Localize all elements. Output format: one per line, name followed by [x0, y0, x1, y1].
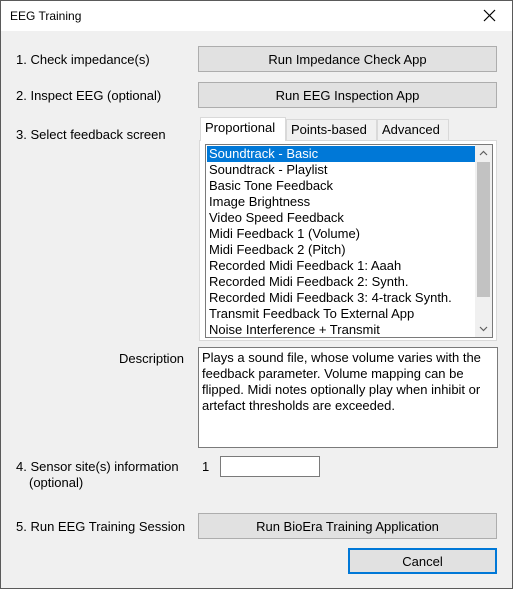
- step4-label: 4. Sensor site(s) information: [16, 459, 179, 474]
- list-item[interactable]: Basic Tone Feedback: [207, 178, 475, 194]
- chevron-down-icon: [479, 326, 488, 332]
- run-impedance-check-button[interactable]: Run Impedance Check App: [198, 46, 497, 72]
- close-icon: [483, 9, 496, 22]
- run-bioera-training-button[interactable]: Run BioEra Training Application: [198, 513, 497, 539]
- list-item[interactable]: Recorded Midi Feedback 3: 4-track Synth.: [207, 290, 475, 306]
- list-item[interactable]: Soundtrack - Basic: [207, 146, 475, 162]
- scroll-down-button[interactable]: [475, 320, 492, 337]
- description-label: Description: [119, 351, 185, 366]
- scroll-up-button[interactable]: [475, 145, 492, 162]
- window-title: EEG Training: [10, 9, 82, 23]
- eeg-training-dialog: EEG Training 1. Check impedance(s) Run I…: [0, 0, 513, 589]
- sensor-site-input[interactable]: [220, 456, 320, 477]
- step2-label: 2. Inspect EEG (optional): [16, 88, 162, 103]
- list-item[interactable]: Recorded Midi Feedback 1: Aaah: [207, 258, 475, 274]
- chevron-up-icon: [479, 150, 488, 156]
- list-scrollbar[interactable]: [475, 145, 492, 337]
- list-item[interactable]: Noise Interference + Transmit: [207, 322, 475, 337]
- run-eeg-inspection-button[interactable]: Run EEG Inspection App: [198, 82, 497, 108]
- title-bar: EEG Training: [1, 1, 512, 31]
- list-item[interactable]: Video Speed Feedback: [207, 210, 475, 226]
- tab-points-based[interactable]: Points-based: [286, 119, 377, 140]
- step1-label: 1. Check impedance(s): [16, 52, 150, 67]
- list-item[interactable]: Transmit Feedback To External App: [207, 306, 475, 322]
- scroll-thumb[interactable]: [477, 162, 490, 297]
- cancel-button[interactable]: Cancel: [348, 548, 497, 574]
- step3-label: 3. Select feedback screen: [16, 127, 166, 142]
- sensor-site-index: 1: [202, 459, 210, 474]
- list-item[interactable]: Image Brightness: [207, 194, 475, 210]
- list-item[interactable]: Recorded Midi Feedback 2: Synth.: [207, 274, 475, 290]
- step4-label-optional: (optional): [29, 475, 84, 490]
- list-item[interactable]: Midi Feedback 1 (Volume): [207, 226, 475, 242]
- list-item[interactable]: Soundtrack - Playlist: [207, 162, 475, 178]
- tab-proportional[interactable]: Proportional: [200, 117, 286, 141]
- tab-advanced[interactable]: Advanced: [377, 119, 449, 140]
- feedback-screen-list[interactable]: Soundtrack - Basic Soundtrack - Playlist…: [205, 144, 493, 338]
- list-item[interactable]: Midi Feedback 2 (Pitch): [207, 242, 475, 258]
- close-button[interactable]: [468, 1, 512, 31]
- step5-label: 5. Run EEG Training Session: [16, 519, 186, 534]
- description-text: Plays a sound file, whose volume varies …: [198, 347, 498, 448]
